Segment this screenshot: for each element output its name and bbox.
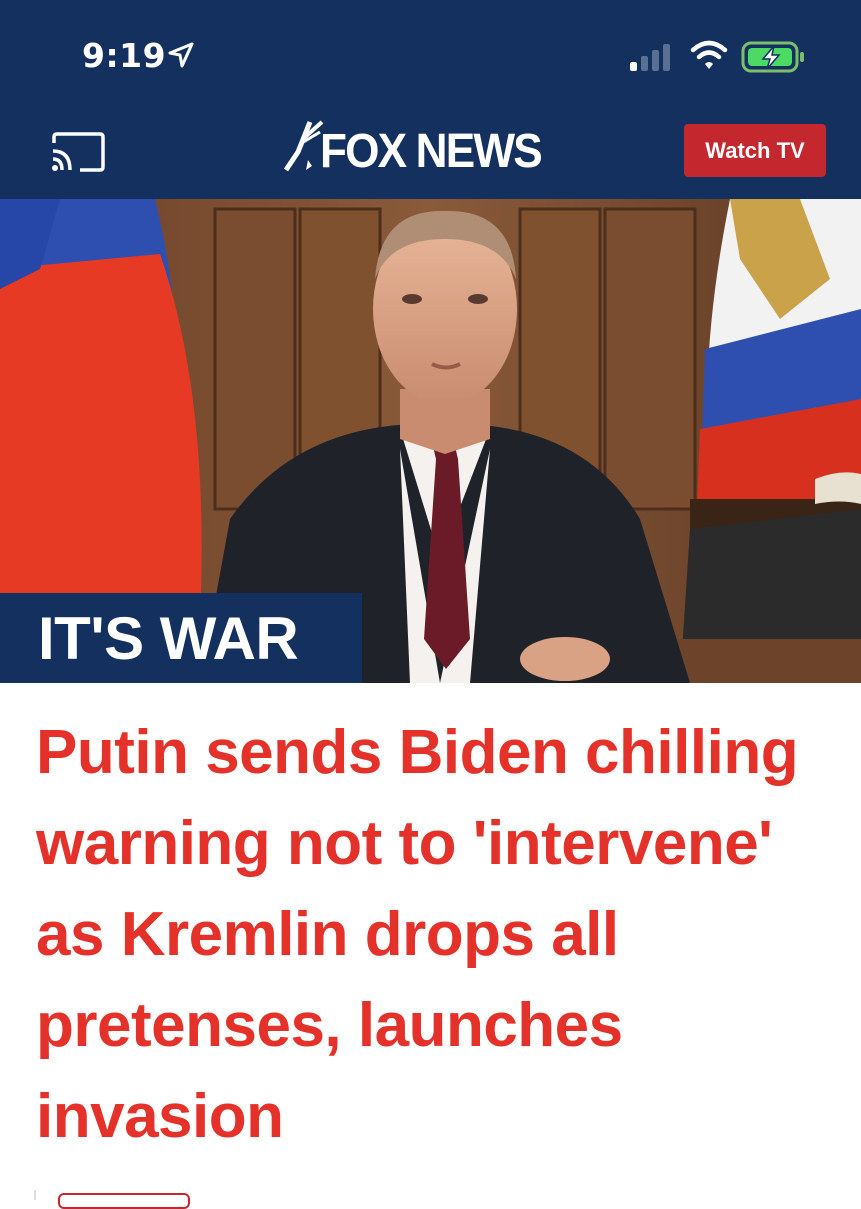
- hero-section-label: IT'S WAR: [0, 593, 362, 683]
- fox-news-logo[interactable]: FOX NEWS: [280, 118, 580, 180]
- next-story-tag[interactable]: [58, 1193, 190, 1209]
- divider: [34, 1190, 36, 1200]
- signal-icon: [630, 44, 670, 71]
- logo-text: FOX NEWS: [320, 125, 543, 178]
- status-time: 9:19: [82, 36, 167, 75]
- cast-icon[interactable]: [48, 131, 106, 173]
- battery-charging-icon: [741, 41, 804, 73]
- watch-tv-button[interactable]: Watch TV: [684, 124, 826, 177]
- headline[interactable]: Putin sends Biden chilling warning not t…: [36, 707, 816, 1162]
- wifi-icon: [690, 40, 728, 69]
- location-arrow-icon: [168, 42, 194, 68]
- app-header: 9:19 FOX NEWS Watch TV: [0, 0, 861, 199]
